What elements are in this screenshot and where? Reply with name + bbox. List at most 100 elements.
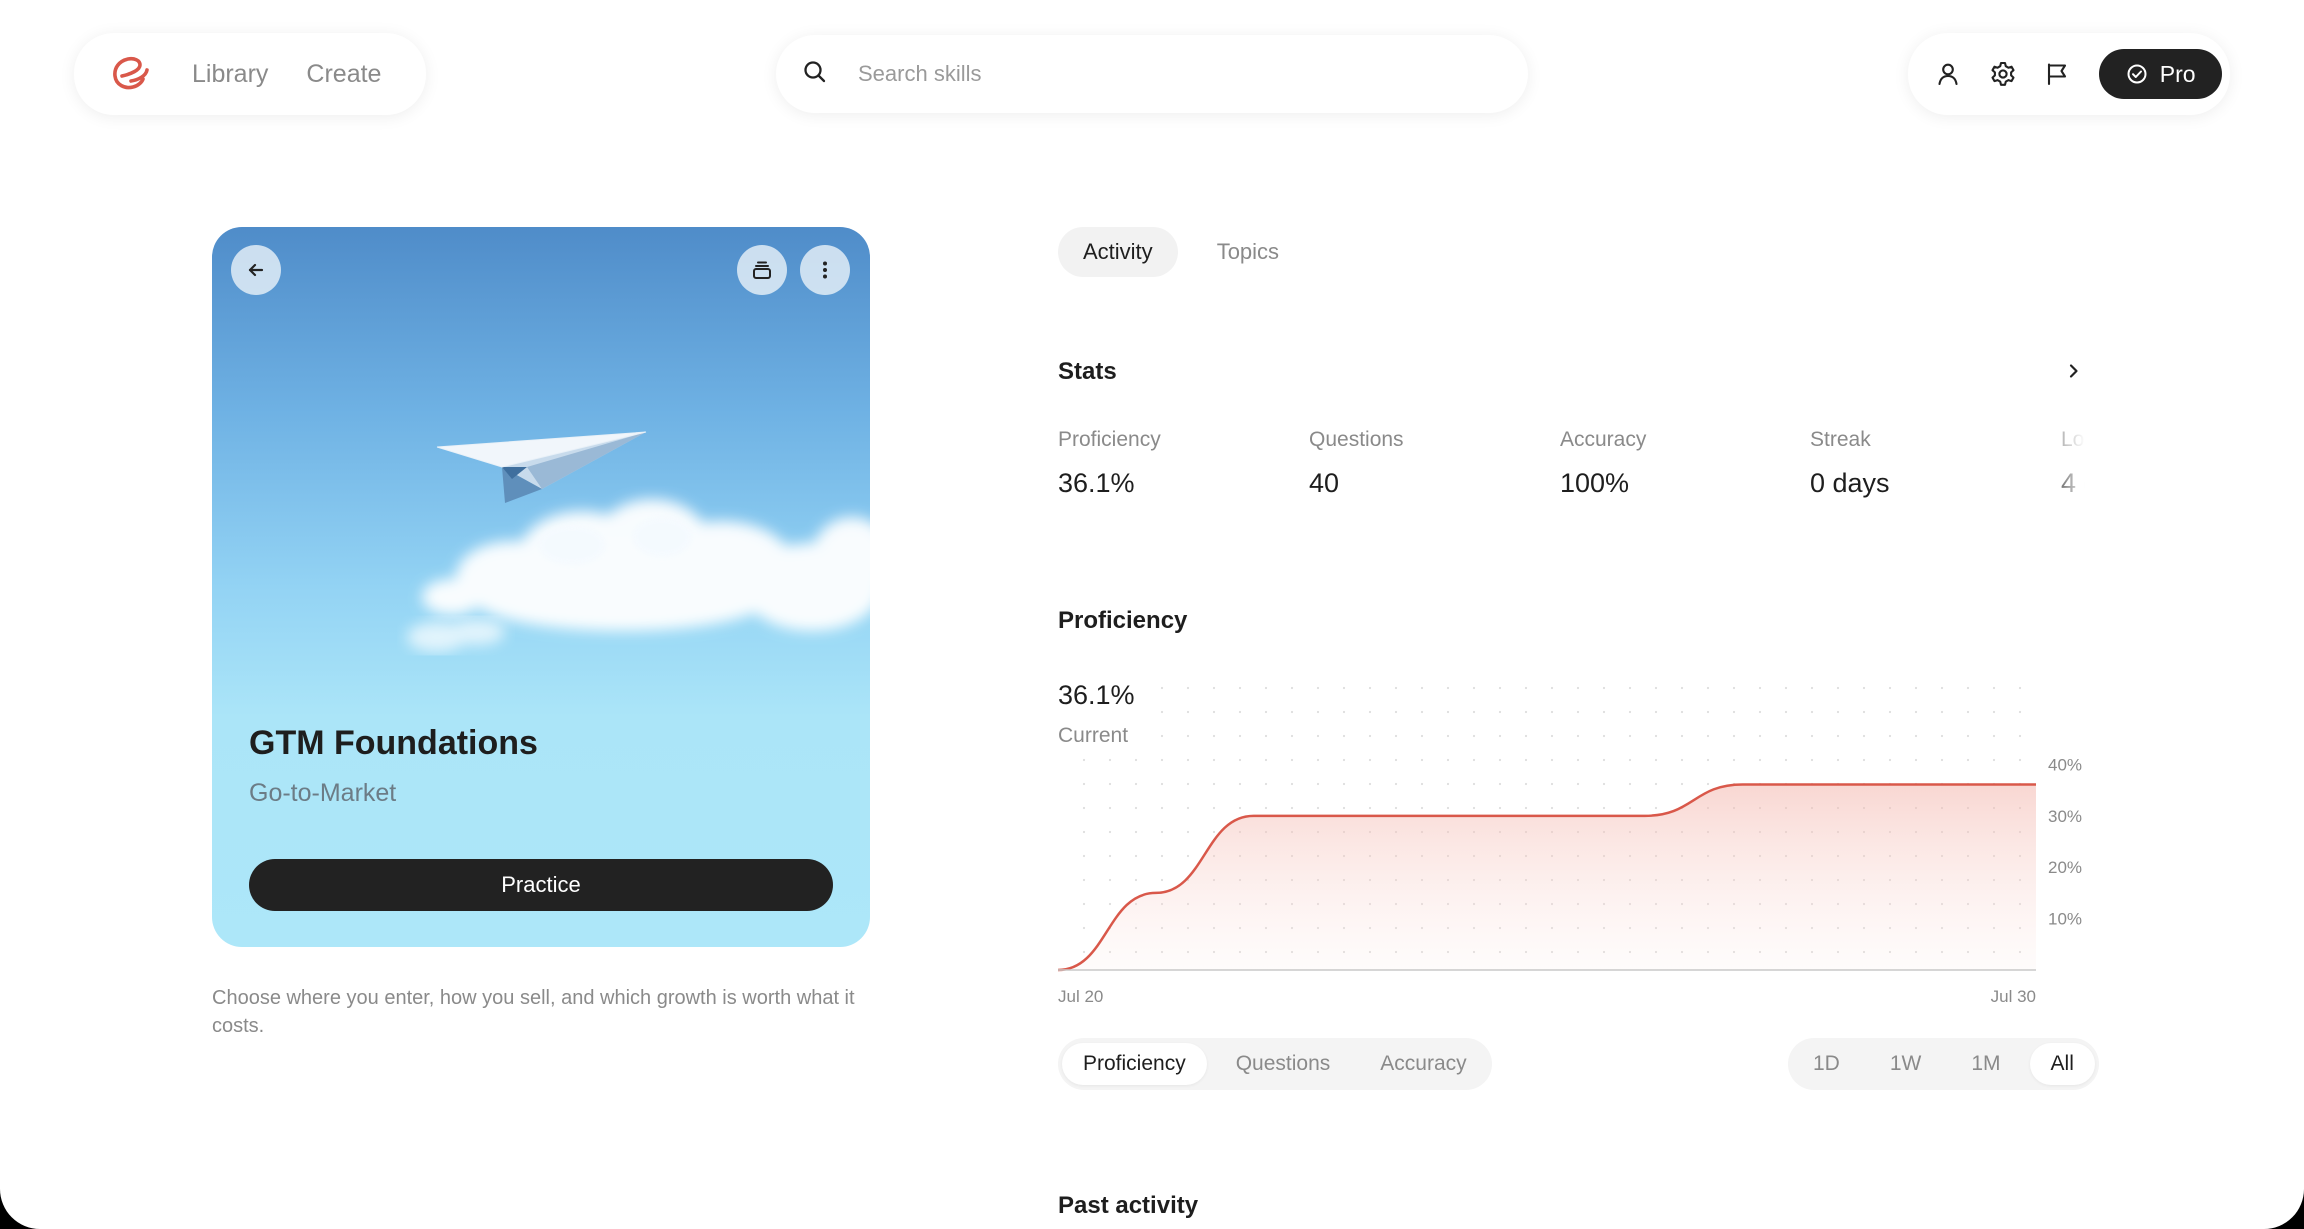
metric-tab-questions[interactable]: Questions (1215, 1043, 1352, 1085)
grid-dot (1602, 710, 1606, 714)
range-tab-1d[interactable]: 1D (1792, 1043, 1861, 1085)
stat-label: Questions (1309, 428, 1404, 451)
grid-dot (1732, 710, 1736, 714)
grid-dot (1186, 806, 1190, 810)
x-axis-ticks: Jul 20 Jul 30 (1058, 987, 2036, 1006)
grid-dot (1446, 686, 1450, 690)
grid-dot (1602, 734, 1606, 738)
tab-topics[interactable]: Topics (1192, 227, 1304, 277)
more-vertical-icon (823, 261, 827, 279)
stack-icon (753, 261, 771, 279)
grid-dot (1498, 710, 1502, 714)
grid-dot (1706, 686, 1710, 690)
grid-dot (1420, 710, 1424, 714)
grid-dot (1160, 758, 1164, 762)
grid-dot (1394, 686, 1398, 690)
grid-dot (1290, 782, 1294, 786)
grid-dot (1394, 734, 1398, 738)
grid-dot (1186, 830, 1190, 834)
grid-dot (1186, 710, 1190, 714)
metric-tab-accuracy[interactable]: Accuracy (1359, 1043, 1487, 1085)
current-proficiency-label: Current (1058, 724, 1129, 747)
settings-gear-icon[interactable] (1984, 52, 2020, 96)
grid-dot (1316, 710, 1320, 714)
grid-dot (1446, 782, 1450, 786)
pro-button[interactable]: Pro (2099, 49, 2222, 99)
profile-icon[interactable] (1930, 52, 1966, 96)
grid-dot (1628, 782, 1632, 786)
grid-dot (1134, 758, 1138, 762)
grid-dot (1160, 878, 1164, 882)
grid-dot (1134, 878, 1138, 882)
grid-dot (1966, 758, 1970, 762)
grid-dot (1082, 830, 1086, 834)
grid-dot (1654, 686, 1658, 690)
tab-activity[interactable]: Activity (1058, 227, 1178, 277)
grid-dot (1654, 734, 1658, 738)
grid-dot (1160, 806, 1164, 810)
stats-row: Proficiency 36.1% Questions 40 Accuracy … (1058, 428, 2092, 508)
grid-dot (1550, 758, 1554, 762)
grid-dot (1212, 782, 1216, 786)
y-tick-label: 40% (2048, 755, 2082, 774)
grid-dot (1342, 686, 1346, 690)
range-tab-1m[interactable]: 1M (1950, 1043, 2021, 1085)
grid-dot (1238, 758, 1242, 762)
grid-dot (1342, 758, 1346, 762)
grid-dot (1160, 686, 1164, 690)
grid-dot (1914, 686, 1918, 690)
grid-dot (1758, 686, 1762, 690)
grid-dot (1706, 734, 1710, 738)
grid-dot (1108, 806, 1112, 810)
logo-icon[interactable] (108, 51, 154, 97)
grid-dot (1212, 710, 1216, 714)
grid-dot (1264, 686, 1268, 690)
more-options-button[interactable] (800, 245, 850, 295)
grid-dot (1628, 686, 1632, 690)
grid-dot (1576, 806, 1580, 810)
back-button[interactable] (231, 245, 281, 295)
grid-dot (1290, 710, 1294, 714)
nav-create[interactable]: Create (306, 60, 381, 89)
stat-value: 36.1% (1058, 468, 1135, 498)
grid-dot (1082, 950, 1086, 954)
range-tab-1w[interactable]: 1W (1869, 1043, 1943, 1085)
grid-dot (2018, 686, 2022, 690)
grid-dot (1524, 806, 1528, 810)
grid-dot (1576, 686, 1580, 690)
grid-dot (1108, 878, 1112, 882)
grid-dot (1264, 758, 1268, 762)
grid-dot (1836, 734, 1840, 738)
grid-dot (1134, 806, 1138, 810)
grid-dot (2018, 758, 2022, 762)
grid-dot (1654, 710, 1658, 714)
range-segmented-control: 1D 1W 1M All (1788, 1038, 2099, 1090)
flag-icon[interactable] (2039, 52, 2075, 96)
grid-dot (1940, 758, 1944, 762)
grid-dot (1498, 806, 1502, 810)
grid-dot (1732, 734, 1736, 738)
metric-tab-proficiency[interactable]: Proficiency (1062, 1043, 1207, 1085)
stack-button[interactable] (737, 245, 787, 295)
grid-dot (1862, 734, 1866, 738)
search-input[interactable] (858, 61, 1502, 87)
grid-dot (1472, 806, 1476, 810)
stats-chevron-right-icon[interactable] (2058, 356, 2088, 386)
grid-dot (1680, 782, 1684, 786)
skill-card: GTM Foundations Go-to-Market Practice (212, 227, 870, 947)
grid-dot (1498, 782, 1502, 786)
grid-dot (1680, 734, 1684, 738)
grid-dot (1290, 734, 1294, 738)
proficiency-area (1058, 784, 2036, 970)
grid-dot (1160, 830, 1164, 834)
practice-button[interactable]: Practice (249, 859, 833, 911)
grid-dot (1472, 686, 1476, 690)
grid-dot (1186, 782, 1190, 786)
grid-dot (1342, 782, 1346, 786)
nav-library[interactable]: Library (192, 60, 268, 89)
past-activity-title: Past activity (1058, 1192, 1199, 1219)
stat-value: 0 days (1810, 468, 1890, 498)
range-tab-all[interactable]: All (2029, 1043, 2095, 1085)
grid-dot (1108, 782, 1112, 786)
grid-dot (1160, 782, 1164, 786)
